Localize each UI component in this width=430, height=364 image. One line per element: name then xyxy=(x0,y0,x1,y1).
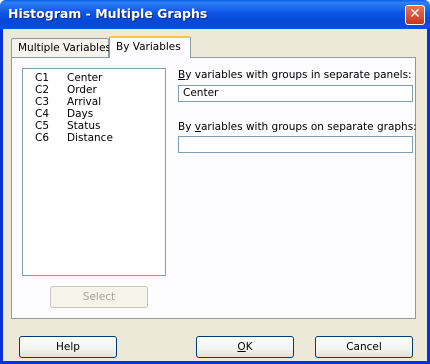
window-title: Histogram - Multiple Graphs xyxy=(8,6,208,21)
help-button[interactable]: Help xyxy=(19,336,117,358)
graphs-by-variables-input[interactable] xyxy=(178,136,413,153)
column-name: Arrival xyxy=(67,96,102,108)
column-name: Distance xyxy=(67,132,113,144)
panels-field-label: By variables with groups in separate pan… xyxy=(178,69,412,81)
column-name: Status xyxy=(67,120,101,132)
close-button[interactable]: ✕ xyxy=(405,5,425,25)
tab-label: Multiple Variables xyxy=(18,42,112,54)
label-text: By xyxy=(178,121,195,133)
column-id: C1 xyxy=(35,72,50,84)
panels-by-variables-input[interactable]: Center xyxy=(178,85,413,102)
column-id: C5 xyxy=(35,120,50,132)
close-icon: ✕ xyxy=(409,6,421,22)
column-name: Order xyxy=(67,84,97,96)
ok-button[interactable]: OK xyxy=(196,336,294,358)
select-button[interactable]: Select xyxy=(50,286,148,308)
column-id: C6 xyxy=(35,132,50,144)
title-bar[interactable]: Histogram - Multiple Graphs ✕ xyxy=(0,0,430,29)
button-label: Select xyxy=(82,291,116,303)
tab-label: By Variables xyxy=(116,41,181,53)
button-label: Cancel xyxy=(346,341,382,353)
column-id: C3 xyxy=(35,96,50,108)
variable-list[interactable]: C1 Center C2 Order C3 Arrival C4 Days C5… xyxy=(22,68,166,276)
mnemonic-letter: O xyxy=(237,341,246,353)
column-id: C4 xyxy=(35,108,50,120)
label-text: ariables with groups on separate graphs: xyxy=(200,121,417,133)
tab-multiple-variables[interactable]: Multiple Variables xyxy=(11,38,112,57)
field-value: Center xyxy=(183,87,219,99)
graphs-field-label: By variables with groups on separate gra… xyxy=(178,121,417,133)
button-label: K xyxy=(245,341,253,353)
tab-by-variables[interactable]: By Variables xyxy=(109,36,191,58)
button-label: Help xyxy=(56,341,80,353)
column-name: Center xyxy=(67,72,103,84)
column-name: Days xyxy=(67,108,94,120)
column-id: C2 xyxy=(35,84,50,96)
label-text: y variables with groups in separate pane… xyxy=(185,69,412,81)
cancel-button[interactable]: Cancel xyxy=(315,336,413,358)
